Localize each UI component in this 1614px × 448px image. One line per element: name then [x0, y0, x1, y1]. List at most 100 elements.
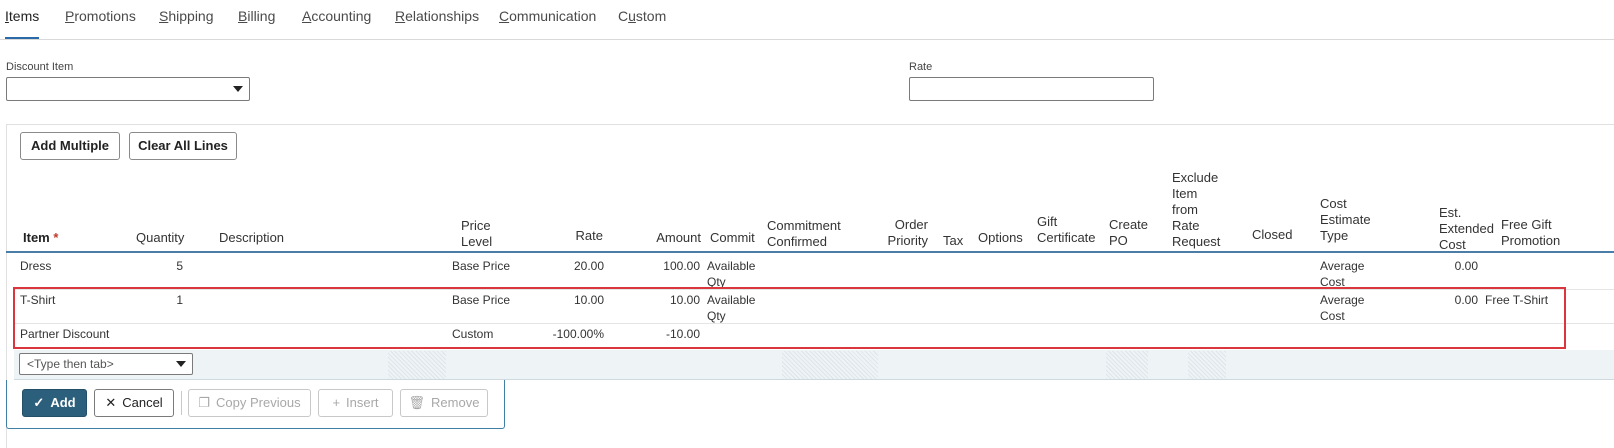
column-header-quantity[interactable]: Quantity: [136, 230, 184, 246]
item-entry-placeholder: <Type then tab>: [27, 357, 114, 371]
add-line-button[interactable]: ✓ Add: [22, 389, 87, 417]
tab-billing[interactable]: Billing: [238, 8, 275, 39]
row-1-commit-line1: Available: [707, 259, 756, 273]
insert-line-label: Insert: [346, 395, 379, 410]
row-2-est-extended-cost[interactable]: 0.00: [1430, 292, 1478, 308]
column-header-create-po-line1: Create: [1109, 217, 1149, 232]
column-header-price-level-line1: Price: [461, 218, 491, 233]
row-3-rate[interactable]: -100.00%: [530, 326, 604, 342]
readonly-cell: [782, 351, 878, 379]
column-header-est-extended-line2: Extended: [1439, 221, 1494, 236]
column-header-price-level[interactable]: Price Level: [461, 218, 492, 250]
add-line-label: Add: [50, 395, 76, 410]
subtab-bar: Items Promotions Shipping Billing Accoun…: [0, 0, 1614, 40]
row-1-item[interactable]: Dress: [20, 258, 51, 274]
tab-shipping-accesskey: S: [159, 8, 169, 24]
column-header-commit[interactable]: Commit: [710, 230, 755, 246]
row-1-rate[interactable]: 20.00: [540, 258, 604, 274]
row-3-price-level[interactable]: Custom: [452, 326, 493, 342]
row-2-amount[interactable]: 10.00: [630, 292, 700, 308]
tab-communication[interactable]: Communication: [499, 8, 596, 39]
row-1-est-extended-cost[interactable]: 0.00: [1430, 258, 1478, 274]
close-icon: ✕: [105, 395, 117, 410]
copy-previous-button[interactable]: ❐ Copy Previous: [188, 389, 311, 417]
column-header-commitment-confirmed[interactable]: Commitment Confirmed: [767, 218, 841, 250]
column-header-gift-certificate[interactable]: Gift Certificate: [1037, 214, 1096, 246]
row-1-quantity[interactable]: 5: [160, 258, 183, 274]
required-marker: *: [53, 230, 59, 245]
row-2-cost-type-line1: Average: [1320, 293, 1365, 307]
cancel-line-label: Cancel: [122, 395, 163, 410]
column-header-item[interactable]: Item *: [23, 230, 58, 246]
rate-input[interactable]: [909, 77, 1154, 101]
insert-line-button[interactable]: + Insert: [318, 389, 393, 417]
readonly-cell: [388, 351, 446, 379]
column-header-options[interactable]: Options: [978, 230, 1023, 246]
tab-promotions[interactable]: Promotions: [65, 8, 136, 39]
row-1-cost-estimate-type[interactable]: Average Cost: [1320, 258, 1364, 290]
column-header-exclude-line1: Exclude: [1172, 170, 1219, 185]
chevron-down-icon: [176, 361, 186, 367]
cancel-line-button[interactable]: ✕ Cancel: [94, 389, 174, 417]
tab-promotions-accesskey: P: [65, 8, 75, 24]
column-header-gift-certificate-line1: Gift: [1037, 214, 1058, 229]
tab-relationships-label: elationships: [405, 8, 480, 24]
row-1-commit-line2: Qty: [707, 275, 726, 289]
column-header-exclude-line2: Item: [1172, 186, 1198, 201]
row-2-rate[interactable]: 10.00: [540, 292, 604, 308]
column-header-est-extended-cost[interactable]: Est. Extended Cost: [1439, 205, 1494, 253]
column-header-order-priority-line2: Priority: [887, 233, 928, 248]
column-header-order-priority[interactable]: Order Priority: [880, 217, 928, 249]
tab-shipping[interactable]: Shipping: [159, 8, 214, 39]
column-header-exclude-item-from-rate-request[interactable]: Exclude Item from Rate Request: [1172, 170, 1220, 250]
discount-item-label: Discount Item: [6, 61, 74, 73]
column-header-closed[interactable]: Closed: [1252, 227, 1292, 243]
column-header-gift-certificate-line2: Certificate: [1037, 230, 1096, 245]
column-header-free-gift-promotion[interactable]: Free Gift Promotion: [1501, 217, 1560, 249]
row-2-commit-line1: Available: [707, 293, 756, 307]
row-1-amount[interactable]: 100.00: [630, 258, 700, 274]
readonly-cell: [1106, 351, 1148, 379]
row-divider: [14, 289, 1614, 290]
clear-all-lines-button[interactable]: Clear All Lines: [129, 132, 237, 160]
column-header-cost-estimate-line3: Type: [1320, 228, 1349, 243]
tab-items[interactable]: Items: [5, 8, 40, 39]
row-3-amount[interactable]: -10.00: [630, 326, 700, 342]
column-header-cost-estimate-type[interactable]: Cost Estimate Type: [1320, 196, 1371, 244]
row-2-commit[interactable]: Available Qty: [707, 292, 755, 324]
column-header-commitment-line2: Confirmed: [767, 234, 827, 249]
tab-custom-accesskey: u: [628, 8, 636, 24]
toolbar-separator: [181, 391, 182, 415]
row-2-cost-estimate-type[interactable]: Average Cost: [1320, 292, 1364, 324]
tab-relationships[interactable]: Relationships: [395, 8, 479, 39]
column-header-tax[interactable]: Tax: [943, 233, 963, 249]
item-entry-dropdown[interactable]: <Type then tab>: [19, 353, 193, 375]
column-header-rate[interactable]: Rate: [560, 228, 603, 244]
column-header-commitment-line1: Commitment: [767, 218, 841, 233]
header-divider: [6, 251, 1614, 253]
row-2-free-gift-promotion[interactable]: Free T-Shirt: [1485, 292, 1548, 308]
tab-accounting-label: ccounting: [311, 8, 372, 24]
copy-previous-label: Copy Previous: [216, 395, 301, 410]
row-2-item[interactable]: T-Shirt: [20, 292, 55, 308]
column-header-create-po-line2: PO: [1109, 233, 1128, 248]
remove-line-button[interactable]: 🗑 Remove: [400, 389, 488, 417]
discount-item-select[interactable]: [6, 77, 250, 101]
tab-custom-label-start: C: [618, 8, 629, 24]
row-3-item[interactable]: Partner Discount: [20, 326, 109, 342]
tab-billing-accesskey: B: [238, 8, 248, 24]
row-2-price-level[interactable]: Base Price: [452, 292, 510, 308]
column-header-description[interactable]: Description: [219, 230, 284, 246]
row-1-price-level[interactable]: Base Price: [452, 258, 510, 274]
plus-icon: +: [332, 395, 341, 410]
column-header-cost-estimate-line1: Cost: [1320, 196, 1347, 211]
row-2-commit-line2: Qty: [707, 309, 726, 323]
row-2-quantity[interactable]: 1: [160, 292, 183, 308]
row-1-commit[interactable]: Available Qty: [707, 258, 755, 290]
column-header-amount[interactable]: Amount: [645, 230, 701, 246]
tab-accounting[interactable]: Accounting: [302, 8, 371, 39]
add-multiple-button[interactable]: Add Multiple: [20, 132, 120, 160]
tab-custom[interactable]: Custom: [618, 8, 666, 39]
column-header-order-priority-line1: Order: [894, 217, 928, 232]
column-header-create-po[interactable]: Create PO: [1109, 217, 1148, 249]
